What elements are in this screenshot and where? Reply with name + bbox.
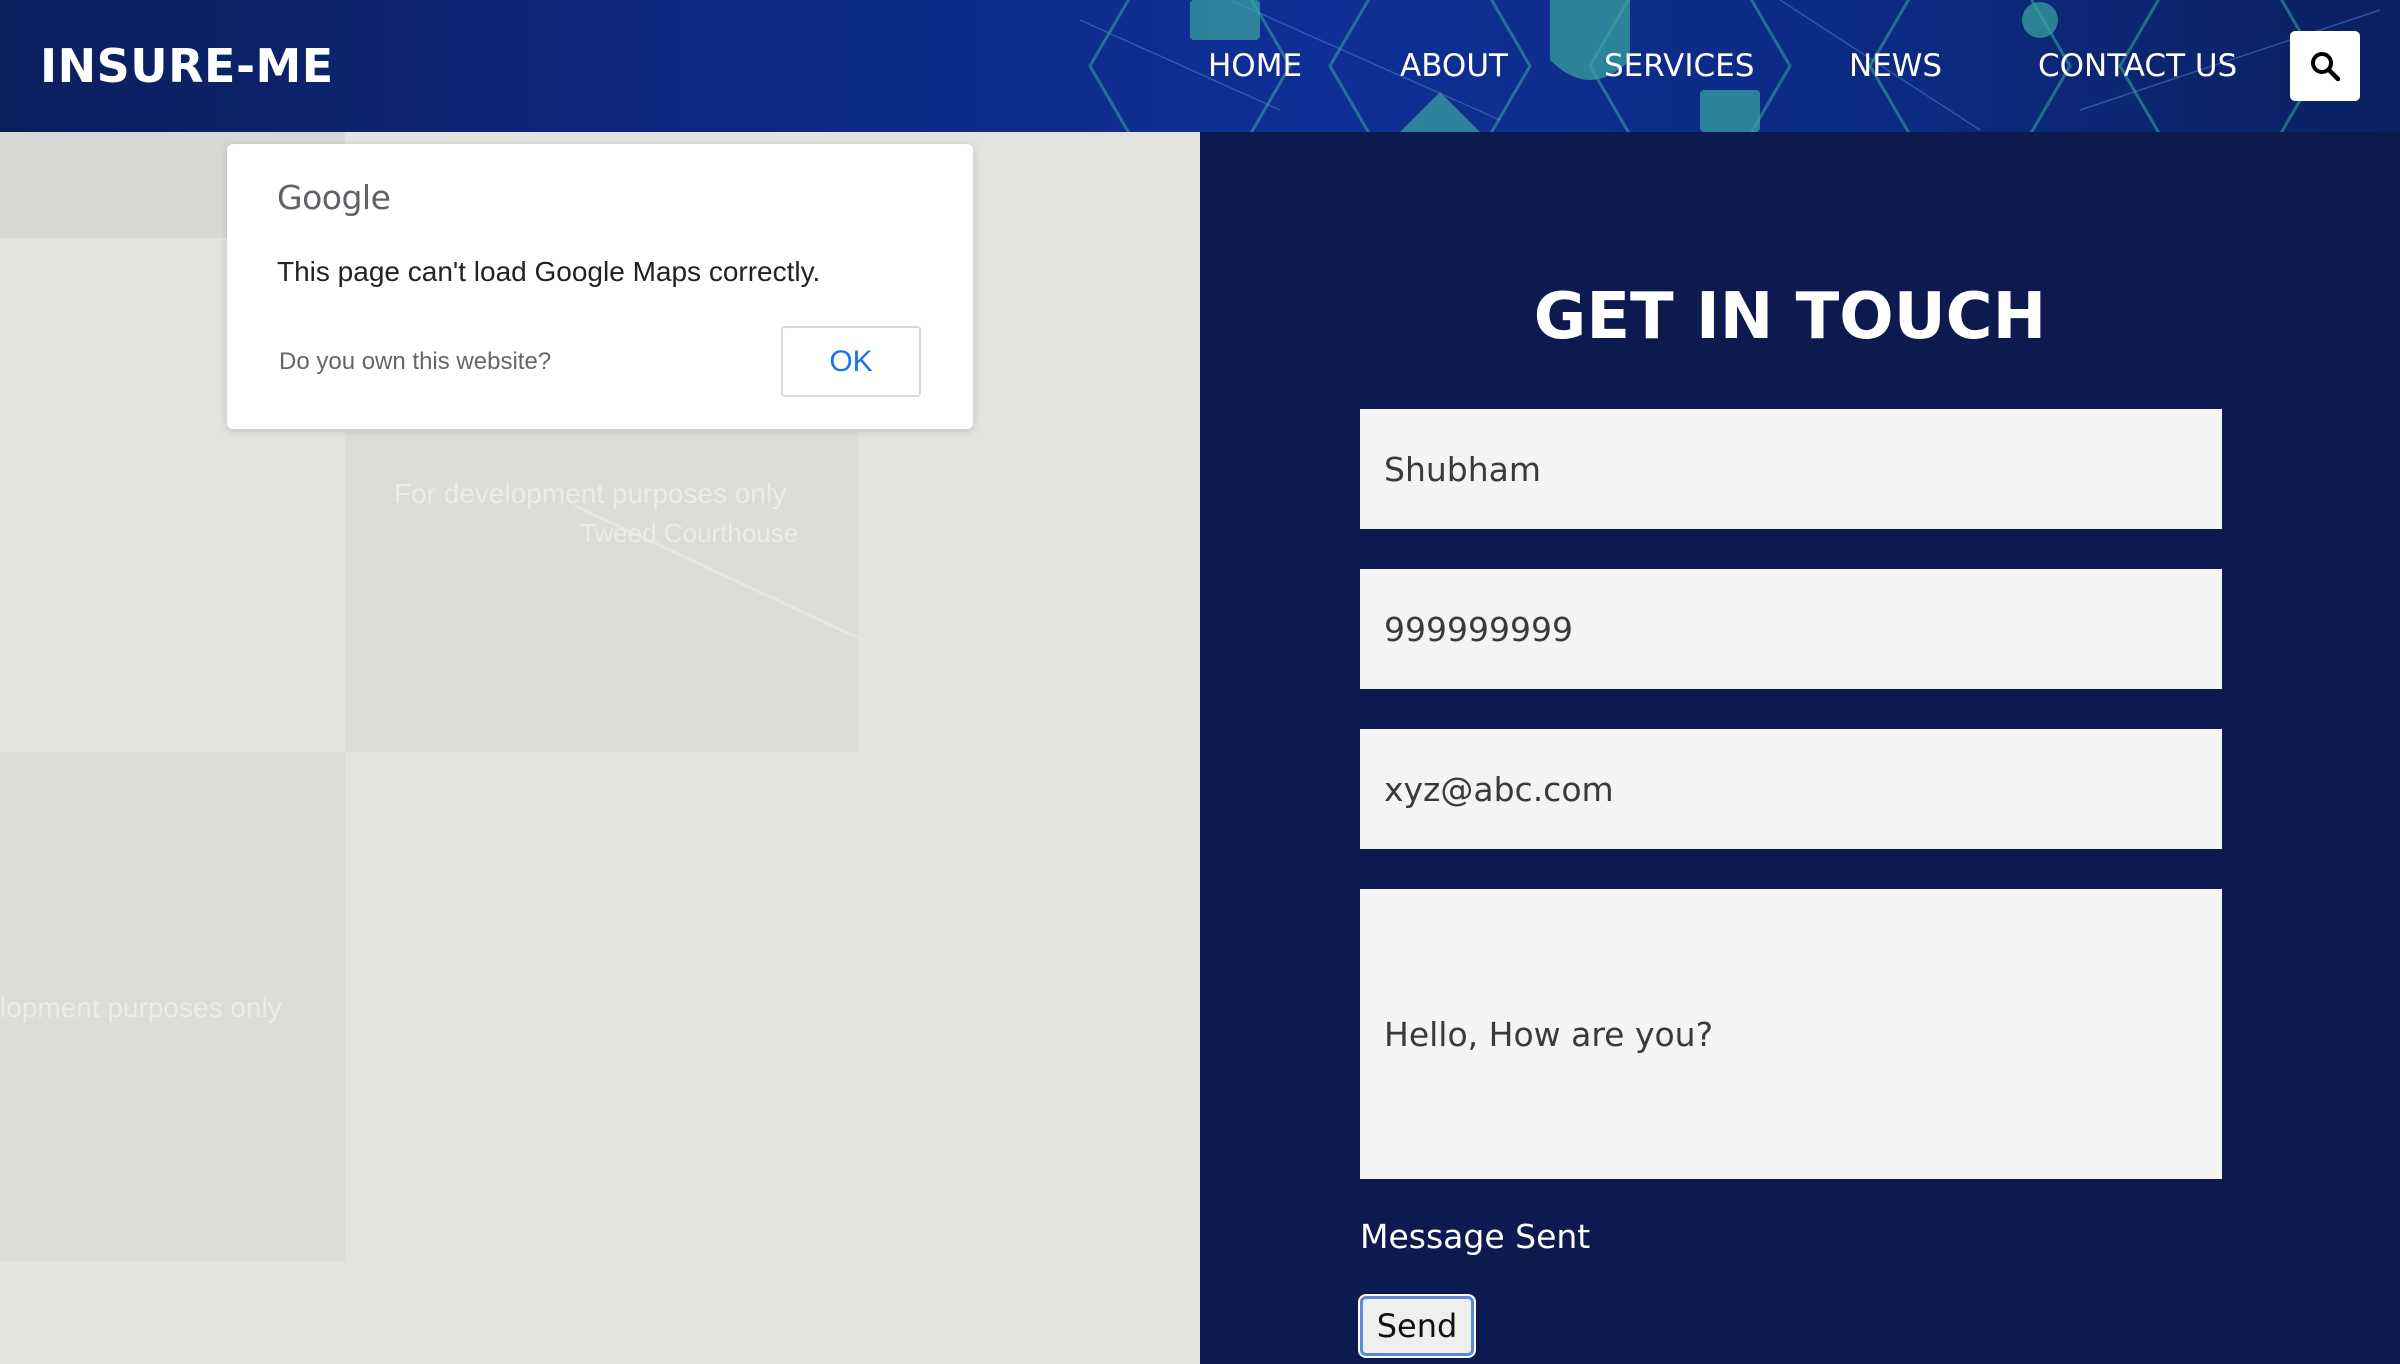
message-textarea[interactable]: Hello, How are you? [1360, 889, 2222, 1179]
map-watermark: lopment purposes only [0, 992, 282, 1023]
nav-contact-us[interactable]: CONTACT US [2038, 42, 2237, 90]
google-maps-error-dialog: Google This page can't load Google Maps … [227, 144, 973, 429]
site-header: INSURE-ME HOME ABOUT SERVICES NEWS CONTA… [0, 0, 2400, 132]
map-place-label: Tweed Courthouse [580, 518, 799, 548]
dialog-message: This page can't load Google Maps correct… [277, 256, 821, 287]
nav-services[interactable]: SERVICES [1604, 42, 1754, 90]
send-button[interactable]: Send [1360, 1296, 1474, 1356]
own-website-link[interactable]: Do you own this website? [279, 348, 551, 376]
map-area[interactable]: For development purposes only Tweed Cour… [0, 132, 1200, 1364]
name-input[interactable]: Shubham [1360, 409, 2222, 529]
ok-button[interactable]: OK [781, 326, 921, 397]
search-button[interactable] [2290, 31, 2360, 101]
google-logo: Google [277, 178, 391, 217]
nav-news[interactable]: NEWS [1849, 42, 1942, 90]
nav-about[interactable]: ABOUT [1400, 42, 1508, 90]
search-icon [2311, 52, 2341, 82]
map-watermark: For development purposes only [394, 478, 787, 509]
phone-input[interactable]: 999999999 [1360, 569, 2222, 689]
contact-panel: GET IN TOUCH Shubham 999999999 xyz@abc.c… [1200, 132, 2400, 1364]
nav-home[interactable]: HOME [1208, 42, 1302, 90]
main-nav: HOME ABOUT SERVICES NEWS CONTACT US [0, 42, 2400, 90]
form-status: Message Sent [1360, 1217, 1591, 1256]
email-input[interactable]: xyz@abc.com [1360, 729, 2222, 849]
contact-title: GET IN TOUCH [1533, 280, 2047, 354]
